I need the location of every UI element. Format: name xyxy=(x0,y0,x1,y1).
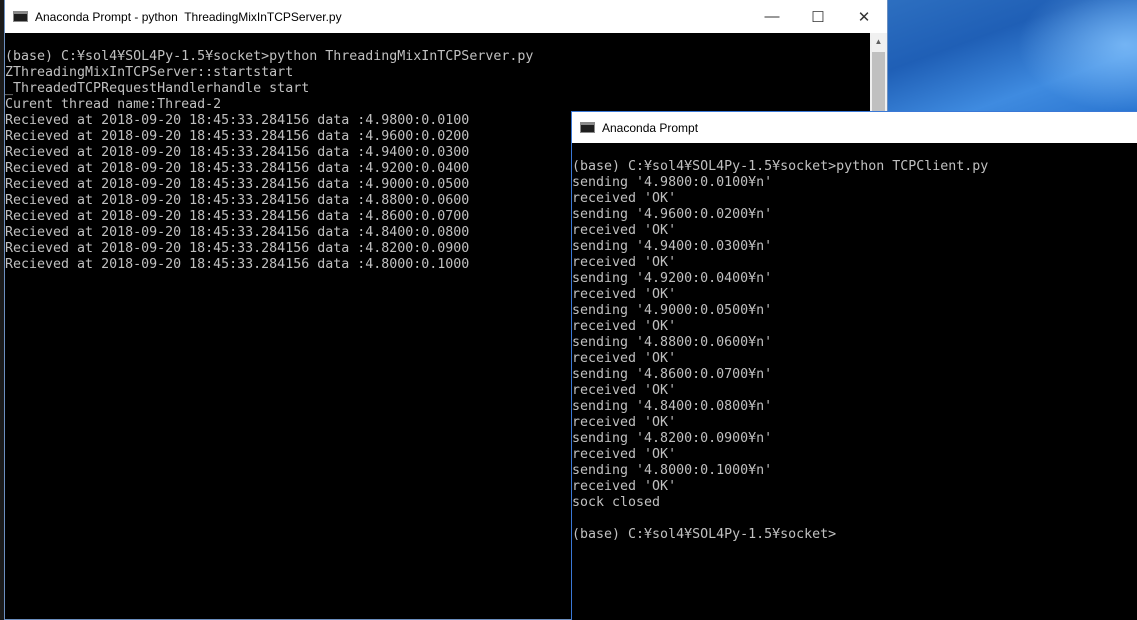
console-line: received 'OK' xyxy=(572,479,677,494)
desktop-wallpaper xyxy=(888,0,1137,112)
client-console-output[interactable]: (base) C:¥sol4¥SOL4Py-1.5¥socket>python … xyxy=(572,143,1137,620)
console-line: sending '4.8800:0.0600¥n' xyxy=(572,335,773,350)
console-line: received 'OK' xyxy=(572,383,677,398)
console-line: sock closed xyxy=(572,495,661,510)
window-controls: — ☐ ✕ xyxy=(749,0,887,33)
console-line: sending '4.8600:0.0700¥n' xyxy=(572,367,773,382)
console-line: received 'OK' xyxy=(572,223,677,238)
minimize-button[interactable]: — xyxy=(749,0,795,33)
console-line: received 'OK' xyxy=(572,191,677,206)
console-line: (base) C:¥sol4¥SOL4Py-1.5¥socket> xyxy=(572,527,837,542)
server-titlebar[interactable]: Anaconda Prompt - python ThreadingMixInT… xyxy=(5,0,887,33)
server-window-title: Anaconda Prompt - python ThreadingMixInT… xyxy=(35,9,342,24)
console-line: received 'OK' xyxy=(572,255,677,270)
console-line: sending '4.9600:0.0200¥n' xyxy=(572,207,773,222)
console-line: (base) C:¥sol4¥SOL4Py-1.5¥socket>python … xyxy=(572,159,989,174)
maximize-button[interactable]: ☐ xyxy=(795,0,841,33)
console-line: received 'OK' xyxy=(572,415,677,430)
console-line: received 'OK' xyxy=(572,447,677,462)
console-line: received 'OK' xyxy=(572,351,677,366)
console-line: sending '4.9800:0.0100¥n' xyxy=(572,175,773,190)
console-line: sending '4.8200:0.0900¥n' xyxy=(572,431,773,446)
console-line: sending '4.8000:0.1000¥n' xyxy=(572,463,773,478)
console-line: sending '4.9000:0.0500¥n' xyxy=(572,303,773,318)
minimize-icon: — xyxy=(764,8,780,25)
close-icon: ✕ xyxy=(857,8,871,26)
scroll-up-arrow-icon[interactable]: ▲ xyxy=(870,33,887,50)
console-icon xyxy=(13,11,28,22)
console-line: _ThreadedTCPRequestHandlerhandle start xyxy=(5,81,310,96)
maximize-icon: ☐ xyxy=(811,8,825,26)
console-line: sending '4.8400:0.0800¥n' xyxy=(572,399,773,414)
console-line: received 'OK' xyxy=(572,319,677,334)
close-button[interactable]: ✕ xyxy=(841,0,887,33)
client-console-window[interactable]: Anaconda Prompt (base) C:¥sol4¥SOL4Py-1.… xyxy=(571,111,1137,620)
console-icon xyxy=(580,122,595,133)
console-line: received 'OK' xyxy=(572,287,677,302)
console-line: (base) C:¥sol4¥SOL4Py-1.5¥socket>python … xyxy=(5,49,534,64)
client-window-title: Anaconda Prompt xyxy=(602,120,699,135)
console-line: ZThreadingMixInTCPServer::startstart xyxy=(5,65,294,80)
console-line: sending '4.9200:0.0400¥n' xyxy=(572,271,773,286)
client-titlebar[interactable]: Anaconda Prompt xyxy=(572,112,1137,143)
console-line: sending '4.9400:0.0300¥n' xyxy=(572,239,773,254)
